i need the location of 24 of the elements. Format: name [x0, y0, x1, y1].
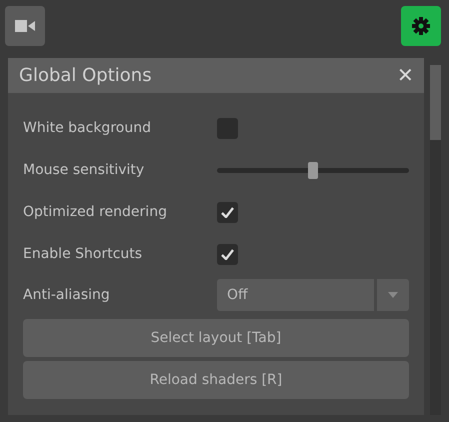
action-button[interactable]: Select layout [Tab] — [23, 319, 409, 357]
camera-button[interactable] — [5, 6, 45, 46]
checkbox[interactable] — [217, 202, 238, 222]
option-label: Anti-aliasing — [23, 287, 111, 303]
action-button[interactable]: Reload shaders [R] — [23, 361, 409, 399]
caret-icon — [388, 292, 398, 298]
scrollbar[interactable] — [430, 65, 441, 415]
option-label: White background — [23, 120, 152, 136]
video-camera-icon — [15, 19, 35, 33]
option-label: Enable Shortcuts — [23, 246, 144, 262]
panel-title: Global Options — [19, 65, 152, 86]
option-label: Mouse sensitivity — [23, 162, 146, 178]
checkmark-icon — [221, 206, 234, 218]
checkbox[interactable] — [217, 244, 238, 264]
checkbox[interactable] — [217, 118, 238, 138]
settings-button[interactable] — [401, 6, 441, 46]
slider-thumb[interactable] — [308, 162, 318, 178]
settings-icon — [412, 17, 430, 35]
dropdown-button[interactable] — [377, 279, 409, 311]
scrollbar-thumb[interactable] — [430, 65, 441, 140]
checkmark-icon — [221, 248, 234, 260]
dropdown-field[interactable]: Off — [217, 279, 374, 311]
close-button[interactable]: ✕ — [397, 66, 414, 86]
option-label: Optimized rendering — [23, 204, 168, 220]
